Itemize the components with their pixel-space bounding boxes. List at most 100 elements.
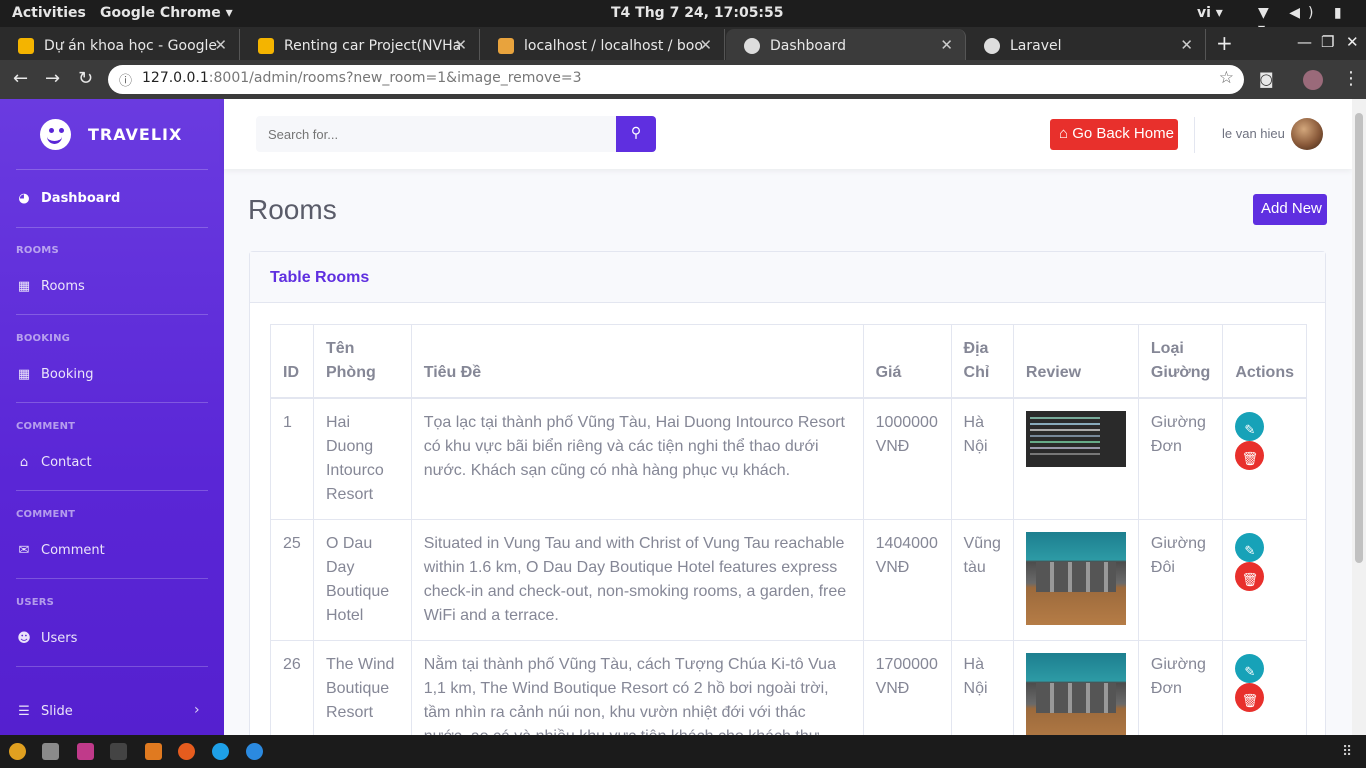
profile-avatar-icon[interactable] [1303,70,1323,90]
forward-arrow-icon[interactable]: → [45,68,60,89]
user-name[interactable]: le van hieu [1222,126,1285,141]
bookmark-star-icon[interactable]: ☆ [1219,68,1234,88]
column-header[interactable]: Tiêu Đề [410,324,864,399]
input-language-indicator[interactable]: vi ▾ [1197,5,1223,21]
sidebar-item-users[interactable]: ☻ Users [16,631,77,646]
cell-actions: ✎ 🗑 [1222,397,1307,520]
chrome-icon[interactable] [9,743,26,760]
table-row: 25 O Dau Day Boutique Hotel Situated in … [270,519,1307,641]
avatar[interactable] [1291,118,1323,150]
minimize-icon[interactable]: — [1297,33,1312,51]
close-icon[interactable]: ✕ [454,36,467,54]
brand-name: TRAVELIX [88,124,183,144]
terminal-icon[interactable] [110,743,127,760]
edit-button[interactable]: ✎ [1235,533,1265,562]
close-icon[interactable]: ✕ [940,36,953,54]
cell-desc: Situated in Vung Tau and with Christ of … [410,519,864,641]
column-header[interactable]: Địa Chỉ [950,324,1014,399]
close-icon[interactable]: ✕ [1180,36,1193,54]
cell-bed: Giường Đơn [1137,397,1224,520]
sidebar-item-label: Contact [41,455,92,470]
maximize-icon[interactable]: ❐ [1321,33,1334,51]
trash-icon: 🗑 [1241,572,1259,587]
close-icon[interactable]: ✕ [214,36,227,54]
app-grid-icon[interactable]: ⠿ [1342,744,1352,760]
menu-dots-icon[interactable]: ⋮ [1342,68,1360,89]
camera-icon[interactable]: ◙ [1259,70,1274,88]
column-header[interactable]: Review [1012,324,1139,399]
system-clock[interactable]: T4 Thg 7 24, 17:05:55 [611,5,784,21]
search-button[interactable]: ⚲ [616,116,656,152]
table-icon: ▦ [17,279,31,294]
search-icon: ⚲ [630,125,642,141]
trash-icon: 🗑 [1241,451,1259,466]
browser-tab[interactable]: Dự án khoa học - Google ✕ [0,29,240,60]
column-header[interactable]: Tên Phòng [312,324,412,399]
scrollbar-thumb[interactable] [1355,113,1363,563]
phpmyadmin-icon [498,38,514,54]
chevron-right-icon[interactable]: › [194,702,200,718]
cell-desc: Nằm tại thành phố Vũng Tàu, cách Tượng C… [410,640,864,735]
delete-button[interactable]: 🗑 [1235,562,1265,591]
sublime-icon[interactable] [145,743,162,760]
app-menu[interactable]: Google Chrome ▾ [100,5,233,21]
browser-tab[interactable]: localhost / localhost / boo ✕ [480,29,725,60]
sidebar-item-contact[interactable]: ⌂ Contact [16,455,92,470]
tachometer-icon: ◕ [18,191,30,206]
cell-review [1012,640,1139,735]
info-icon[interactable]: ⓘ [119,70,132,89]
sidebar-item-comment[interactable]: ✉ Comment [16,543,105,558]
add-new-button[interactable]: Add New [1253,194,1327,225]
cell-name: O Dau Day Boutique Hotel [312,519,412,641]
delete-button[interactable]: 🗑 [1235,441,1265,470]
sidebar-divider [16,666,208,667]
cell-actions: ✎ 🗑 [1222,519,1307,641]
close-icon[interactable]: ✕ [699,36,712,54]
room-thumbnail[interactable] [1025,411,1126,467]
sidebar-heading: USERS [16,597,55,608]
page-scrollbar[interactable] [1352,99,1366,735]
browser-tab-active[interactable]: Dashboard ✕ [726,29,966,60]
go-back-home-button[interactable]: ⌂ Go Back Home [1050,119,1178,150]
address-bar[interactable]: ⓘ 127.0.0.1:8001/admin/rooms?new_room=1&… [108,65,1244,94]
sidebar-item-slide[interactable]: ☰ Slide [16,704,73,719]
room-thumbnail[interactable] [1025,653,1126,735]
close-window-icon[interactable]: ✕ [1346,33,1359,51]
header-divider [1194,117,1195,153]
skype-icon[interactable] [212,743,229,760]
sidebar-item-rooms[interactable]: ▦ Rooms [16,279,85,294]
cell-price: 1404000 VNĐ [862,519,952,641]
page-title: Rooms [248,194,337,225]
trash-icon: 🗑 [1241,693,1259,708]
back-arrow-icon[interactable]: ← [13,68,28,89]
room-thumbnail[interactable] [1025,532,1126,625]
firefox-icon[interactable] [178,743,195,760]
new-tab-button[interactable]: + [1216,31,1233,55]
brand[interactable]: TRAVELIX [40,118,183,150]
delete-button[interactable]: 🗑 [1235,683,1265,712]
card-title: Table Rooms [250,252,1325,303]
edit-button[interactable]: ✎ [1235,654,1265,683]
files-icon[interactable] [42,743,59,760]
column-header[interactable]: Loại Giường [1137,324,1224,399]
column-header[interactable]: ID [270,324,314,399]
activities-button[interactable]: Activities [12,5,86,21]
sidebar-divider [16,490,208,491]
browser-tab[interactable]: Laravel ✕ [966,29,1206,60]
teamviewer-icon[interactable] [246,743,263,760]
column-header[interactable]: Giá [862,324,952,399]
users-icon: ☻ [17,631,31,646]
edit-button[interactable]: ✎ [1235,412,1265,441]
search-input[interactable] [256,116,616,152]
reload-icon[interactable]: ↻ [78,68,93,89]
sidebar: TRAVELIX ◕ Dashboard ROOMS ▦ Rooms BOOKI… [0,99,224,735]
cell-review [1012,519,1139,641]
column-header[interactable]: Actions [1222,324,1307,399]
cell-actions: ✎ 🗑 [1222,640,1307,735]
sidebar-item-dashboard[interactable]: ◕ Dashboard [16,191,120,206]
phpstorm-icon[interactable] [77,743,94,760]
sidebar-item-booking[interactable]: ▦ Booking [16,367,94,382]
home-icon: ⌂ [1059,125,1069,142]
browser-tab[interactable]: Renting car Project(NVHa ✕ [240,29,480,60]
sidebar-item-label: Booking [41,367,94,382]
